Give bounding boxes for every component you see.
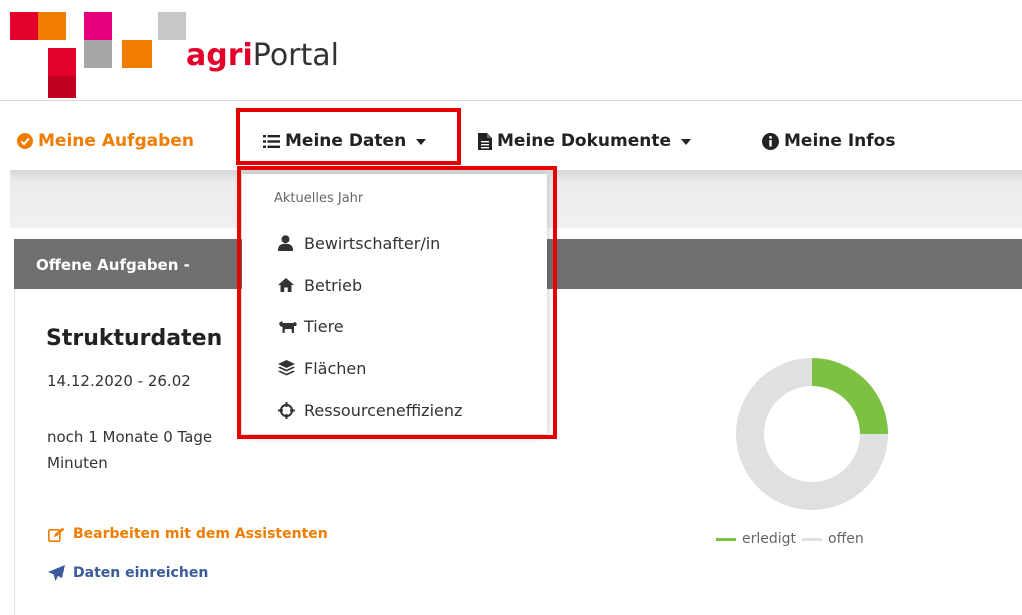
legend-label-open: offen (828, 531, 864, 547)
dropdown-item-tiere[interactable]: Tiere (278, 313, 344, 339)
task-title: Strukturdaten (46, 326, 223, 351)
user-icon (278, 235, 293, 251)
logo-square (48, 76, 76, 98)
check-circle-icon (17, 133, 33, 149)
dropdown-header: Aktuelles Jahr (274, 191, 364, 206)
chevron-down-icon (416, 139, 427, 145)
logo-square (122, 40, 152, 68)
logo-square (38, 12, 66, 40)
header-divider (0, 100, 1022, 101)
legend-label-done: erledigt (742, 531, 797, 547)
info-circle-icon (762, 132, 779, 150)
meine-daten-dropdown (242, 174, 547, 434)
edit-with-assistant-link[interactable]: Bearbeiten mit dem Assistenten (48, 526, 328, 542)
legend-swatch-done (716, 537, 736, 541)
nav-label: Meine Aufgaben (38, 131, 194, 151)
edit-link-label: Bearbeiten mit dem Assistenten (73, 526, 328, 542)
dropdown-item-betrieb[interactable]: Betrieb (278, 272, 362, 298)
submit-link-label: Daten einreichen (73, 565, 209, 581)
dropdown-item-bewirtschafter[interactable]: Bewirtschafter/in (278, 230, 440, 256)
logo-square (84, 40, 112, 68)
nav-meine-infos[interactable]: Meine Infos (762, 126, 895, 156)
cow-icon (279, 320, 297, 333)
dropdown-item-label: Ressourceneffizienz (304, 400, 463, 420)
logo-wordmark: agriPortal (186, 38, 339, 73)
panel-title: Offene Aufgaben - (36, 256, 190, 274)
dropdown-item-label: Flächen (304, 358, 367, 378)
layers-icon (278, 360, 295, 376)
nav-label: Meine Infos (784, 131, 896, 151)
crosshairs-icon (278, 401, 295, 419)
submit-data-link[interactable]: Daten einreichen (48, 565, 208, 581)
edit-icon (48, 527, 65, 542)
logo-square (10, 12, 38, 40)
nav-meine-aufgaben[interactable]: Meine Aufgaben (17, 126, 194, 156)
legend-swatch-open (802, 537, 823, 541)
progress-donut-chart (736, 358, 888, 510)
send-icon (48, 565, 65, 581)
dropdown-item-label: Tiere (304, 316, 344, 336)
dropdown-item-label: Bewirtschafter/in (304, 233, 441, 253)
logo-square (84, 12, 112, 40)
chevron-down-icon (681, 139, 692, 145)
nav-meine-daten[interactable]: Meine Daten (263, 126, 427, 156)
logo-square (158, 12, 186, 40)
nav-meine-dokumente[interactable]: Meine Dokumente (478, 126, 692, 156)
logo-square (48, 48, 76, 76)
nav-label: Meine Daten (285, 131, 407, 151)
list-icon (263, 134, 280, 148)
dropdown-item-label: Betrieb (304, 275, 363, 295)
dropdown-item-flaechen[interactable]: Flächen (278, 355, 366, 381)
donut-done-segment (811, 358, 888, 435)
nav-label: Meine Dokumente (497, 131, 672, 151)
task-date-range: 14.12.2020 - 26.02 (47, 372, 191, 390)
document-icon (478, 132, 492, 150)
dropdown-item-ressourceneffizienz[interactable]: Ressourceneffizienz (278, 397, 462, 423)
remaining-line: Minuten (47, 454, 108, 472)
chart-legend: erledigt offen (716, 531, 864, 547)
home-icon (278, 278, 294, 292)
